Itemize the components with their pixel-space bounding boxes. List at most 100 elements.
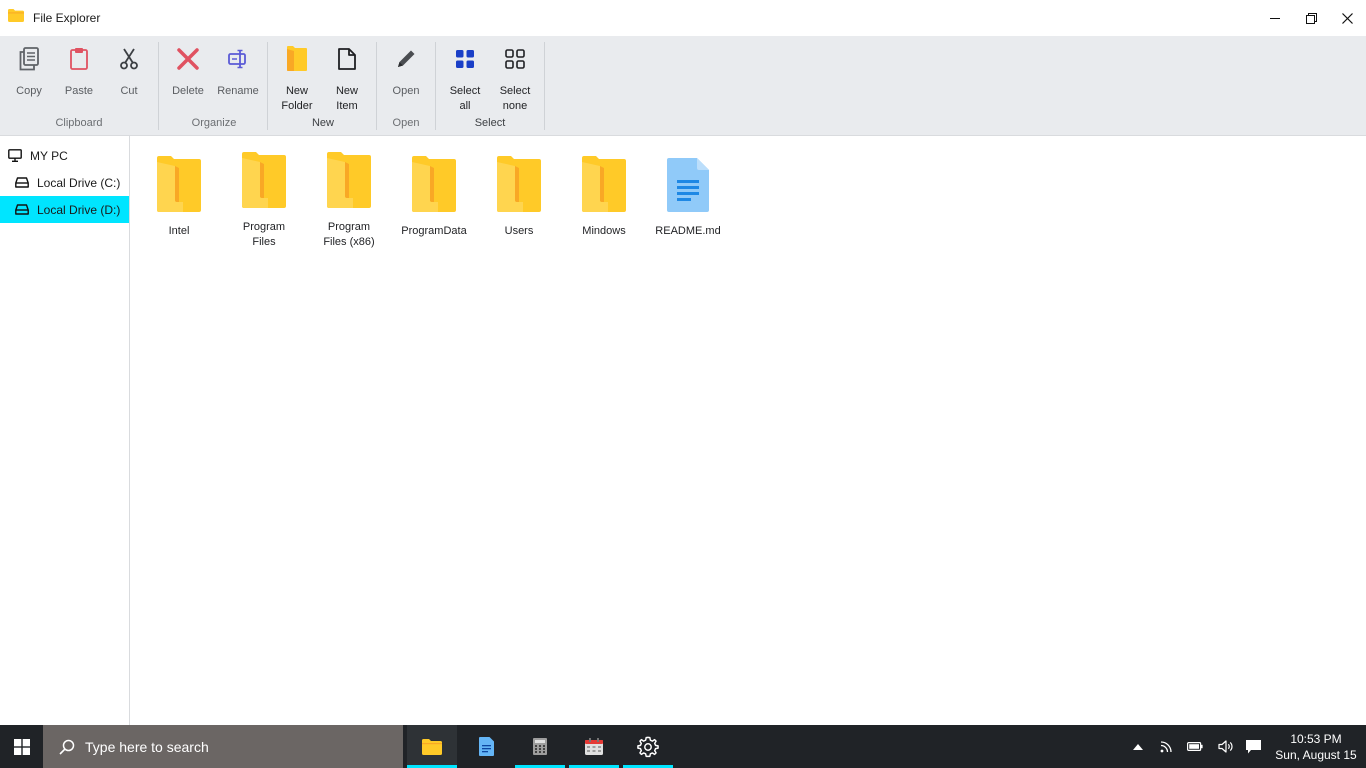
file-name: Program Files	[242, 221, 286, 248]
folder-icon	[497, 156, 541, 212]
group-label-new: New	[311, 117, 334, 129]
windows-logo-icon	[13, 738, 30, 755]
ribbon-group-select: Select all Select none Select	[441, 40, 541, 131]
select-none-label: Select none	[499, 85, 531, 112]
folder-icon	[157, 156, 201, 212]
sidebar-item-label: Local Drive (D:)	[37, 202, 121, 217]
new-folder-icon	[287, 46, 307, 71]
copy-button[interactable]: Copy	[5, 42, 53, 114]
pencil-icon	[398, 50, 415, 67]
cut-label: Cut	[120, 85, 138, 97]
folder-item[interactable]: Program Files (x86)	[310, 150, 388, 250]
search-placeholder: Type here to search	[85, 738, 209, 755]
notifications-button[interactable]	[1242, 725, 1264, 768]
paste-icon	[70, 48, 88, 70]
select-none-button[interactable]: Select none	[491, 42, 539, 114]
file-name: ProgramData	[401, 225, 467, 237]
folder-item[interactable]: Mindows	[565, 150, 643, 250]
group-label-open: Open	[392, 117, 420, 129]
search-icon	[59, 739, 75, 755]
copy-icon	[19, 47, 39, 71]
file-name: Intel	[168, 225, 190, 237]
volume-button[interactable]	[1214, 725, 1236, 768]
minimize-icon	[1270, 18, 1280, 19]
taskbar-app-calendar[interactable]	[569, 725, 619, 768]
taskbar-app-settings[interactable]	[623, 725, 673, 768]
delete-button[interactable]: Delete	[164, 42, 212, 114]
rename-icon	[228, 49, 246, 69]
battery-icon	[1187, 742, 1203, 751]
select-all-button[interactable]: Select all	[441, 42, 489, 114]
clock-date: Sun, August 15	[1275, 748, 1357, 762]
new-folder-button[interactable]: New Folder	[273, 42, 321, 114]
taskbar-search-box[interactable]: Type here to search	[43, 725, 403, 768]
clock-time: 10:53 PM	[1290, 732, 1342, 746]
rename-button[interactable]: Rename	[214, 42, 262, 114]
open-button[interactable]: Open	[382, 42, 430, 114]
drive-icon	[15, 177, 29, 188]
ribbon-group-clipboard: Copy Paste Cut Clipboard	[5, 40, 153, 131]
group-divider	[376, 42, 377, 130]
open-label: Open	[392, 85, 420, 97]
new-item-button[interactable]: New Item	[323, 42, 371, 114]
clock[interactable]: 10:53 PM Sun, August 15	[1268, 731, 1364, 763]
network-button[interactable]	[1156, 725, 1176, 768]
restore-icon	[1305, 12, 1317, 24]
taskbar-app-file-explorer[interactable]	[407, 725, 457, 768]
volume-icon	[1217, 740, 1233, 753]
folder-icon	[582, 156, 626, 212]
new-item-icon	[338, 48, 356, 70]
battery-button[interactable]	[1184, 725, 1206, 768]
folder-icon	[242, 152, 286, 208]
sidebar-item-my-pc[interactable]: MY PC	[0, 142, 129, 169]
network-icon	[1160, 740, 1172, 752]
folder-item[interactable]: Users	[480, 150, 558, 250]
rename-label: Rename	[217, 85, 259, 97]
delete-label: Delete	[172, 85, 204, 97]
sidebar-item-label: MY PC	[30, 148, 68, 163]
drive-icon	[15, 204, 29, 215]
sidebar-item-local-drive-d[interactable]: Local Drive (D:)	[0, 196, 129, 223]
sidebar-item-local-drive-c[interactable]: Local Drive (C:)	[0, 169, 129, 196]
restore-button[interactable]	[1293, 0, 1329, 36]
file-name: Users	[504, 225, 534, 237]
file-item[interactable]: README.md	[649, 150, 727, 250]
chevron-up-icon	[1133, 743, 1143, 750]
ribbon-group-new: New Folder New Item New	[273, 40, 373, 131]
folder-item[interactable]: ProgramData	[395, 150, 473, 250]
file-name: Program Files (x86)	[323, 221, 375, 248]
calculator-icon	[533, 738, 547, 755]
cut-button[interactable]: Cut	[105, 42, 153, 114]
folder-icon	[422, 738, 442, 755]
folder-icon	[327, 152, 371, 208]
group-divider	[544, 42, 545, 130]
taskbar: Type here to search 10:53 PM Sun, August…	[0, 725, 1366, 768]
file-name: Mindows	[582, 225, 626, 237]
gear-icon	[637, 736, 659, 757]
start-button[interactable]	[0, 725, 43, 768]
paste-button[interactable]: Paste	[55, 42, 103, 114]
folder-icon	[8, 9, 24, 22]
group-label-select: Select	[474, 117, 506, 129]
group-label-clipboard: Clipboard	[55, 117, 103, 129]
group-divider	[158, 42, 159, 130]
delete-icon	[177, 48, 199, 70]
taskbar-app-calculator[interactable]	[515, 725, 565, 768]
folder-item[interactable]: Intel	[140, 150, 218, 250]
file-name: README.md	[655, 225, 721, 237]
close-button[interactable]	[1329, 0, 1365, 36]
show-hidden-icons-button[interactable]	[1128, 725, 1148, 768]
taskbar-app-notepad[interactable]	[461, 725, 511, 768]
navigation-pane: MY PC Local Drive (C:) Local Drive (D:)	[0, 136, 130, 725]
new-item-label: New Item	[335, 85, 358, 112]
document-icon	[667, 158, 709, 212]
group-label-organize: Organize	[191, 117, 237, 129]
calendar-icon	[585, 738, 603, 755]
new-folder-label: New Folder	[281, 85, 313, 112]
group-divider	[435, 42, 436, 130]
minimize-button[interactable]	[1257, 0, 1293, 36]
close-icon	[1341, 12, 1353, 24]
monitor-icon	[8, 149, 22, 162]
window-title: File Explorer	[33, 11, 101, 25]
folder-item[interactable]: Program Files	[225, 150, 303, 250]
